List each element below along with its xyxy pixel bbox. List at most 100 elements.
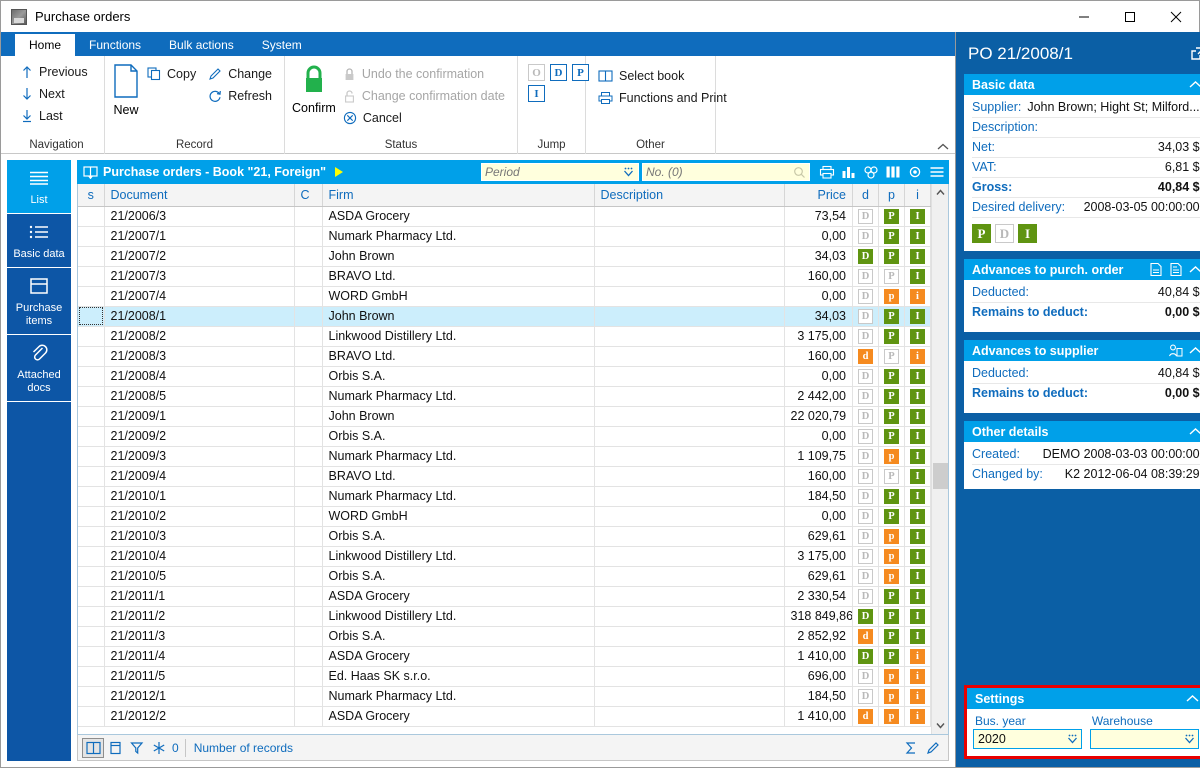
row-selector[interactable] xyxy=(78,206,105,227)
book-view-icon[interactable] xyxy=(82,737,104,758)
minimize-icon[interactable] xyxy=(1061,1,1107,32)
cell-status-i[interactable]: i xyxy=(904,286,931,307)
cell-status-i[interactable]: I xyxy=(904,266,931,287)
row-selector[interactable] xyxy=(78,646,105,667)
col-d[interactable]: d xyxy=(852,184,879,207)
cell-status-d[interactable]: D xyxy=(852,606,879,627)
table-row[interactable]: 21/2007/4 WORD GmbH 0,00 Dp i xyxy=(78,286,931,307)
cell-status-p[interactable]: P xyxy=(878,406,905,427)
row-selector[interactable] xyxy=(78,546,105,567)
cell-status-i[interactable]: I xyxy=(904,566,931,587)
cell-status-d[interactable]: D xyxy=(852,266,879,287)
tab-bulk-actions[interactable]: Bulk actions xyxy=(155,34,248,56)
refresh-button[interactable]: Refresh xyxy=(202,85,278,107)
row-selector[interactable] xyxy=(78,626,105,647)
cell-status-p[interactable]: P xyxy=(878,426,905,447)
table-row[interactable]: 21/2011/2 Linkwood Distillery Ltd. 318 849… xyxy=(78,606,931,627)
table-row[interactable]: 21/2007/3 BRAVO Ltd. 160,00 D P I xyxy=(78,266,931,287)
table-row[interactable]: 21/2007/2 John Brown 34,03 D P I xyxy=(78,246,931,267)
cell-status-p[interactable]: P xyxy=(878,646,905,667)
tab-functions[interactable]: Functions xyxy=(75,34,155,56)
scroll-up-icon[interactable] xyxy=(932,184,949,201)
row-selector[interactable] xyxy=(78,286,105,307)
table-row[interactable]: 21/2008/1 John Brown 34,03 D P I xyxy=(78,306,931,327)
dropdown-dots-icon[interactable] xyxy=(1066,733,1079,745)
dropdown-dots-icon[interactable] xyxy=(1183,733,1196,745)
cell-status-p[interactable]: P xyxy=(878,506,905,527)
cell-status-d[interactable]: D xyxy=(852,366,879,387)
chevron-up-icon[interactable] xyxy=(1189,265,1200,274)
table-row[interactable]: 21/2008/4 Orbis S.A. 0,00 D P I xyxy=(78,366,931,387)
cell-status-p[interactable]: p xyxy=(878,706,905,727)
row-selector[interactable] xyxy=(78,706,105,727)
cell-status-p[interactable]: P xyxy=(878,366,905,387)
cell-status-i[interactable]: I xyxy=(904,546,931,567)
table-row[interactable]: 21/2012/2 ASDA Grocery 1 410,00 d p i xyxy=(78,706,931,727)
sidebar-item-list[interactable]: List xyxy=(7,160,71,214)
cell-status-i[interactable]: I xyxy=(904,366,931,387)
cell-status-i[interactable]: I xyxy=(904,226,931,247)
cell-status-i[interactable]: I xyxy=(904,466,931,487)
cell-status-p[interactable]: p xyxy=(878,446,905,467)
cell-status-i[interactable]: I xyxy=(904,326,931,347)
table-row[interactable]: 21/2010/3 Orbis S.A. 629,61 Dp I xyxy=(78,526,931,547)
table-row[interactable]: 21/2011/5 Ed. Haas SK s.r.o. 696,00 Dp i xyxy=(78,666,931,687)
cell-status-d[interactable]: D xyxy=(852,686,879,707)
row-selector[interactable] xyxy=(78,446,105,467)
col-document[interactable]: Document xyxy=(104,184,295,207)
status-badge-d[interactable]: D xyxy=(995,224,1014,243)
chevron-up-icon[interactable] xyxy=(1189,80,1200,89)
cell-status-p[interactable]: P xyxy=(878,346,905,367)
cell-status-d[interactable]: D xyxy=(852,386,879,407)
sidebar-item-purchase-items[interactable]: Purchase items xyxy=(7,268,71,335)
table-row[interactable]: 21/2008/3 BRAVO Ltd. 160,00 d Pi xyxy=(78,346,931,367)
cell-status-i[interactable]: I xyxy=(904,486,931,507)
table-row[interactable]: 21/2008/2 Linkwood Distillery Ltd. 3 175,0… xyxy=(78,326,931,347)
jump-button-d[interactable]: D xyxy=(550,64,567,81)
ribbon-collapse-icon[interactable] xyxy=(937,143,949,151)
open-external-icon[interactable] xyxy=(1190,46,1200,62)
col-price[interactable]: Price xyxy=(784,184,853,207)
change-button[interactable]: Change xyxy=(202,63,278,85)
cell-status-i[interactable]: I xyxy=(904,406,931,427)
cell-status-d[interactable]: D xyxy=(852,326,879,347)
status-badge-i[interactable]: I xyxy=(1018,224,1037,243)
cell-status-i[interactable]: I xyxy=(904,586,931,607)
row-selector[interactable] xyxy=(78,326,105,347)
chevron-up-icon[interactable] xyxy=(1189,346,1200,355)
scroll-track[interactable] xyxy=(932,201,949,717)
cell-status-d[interactable]: D xyxy=(852,506,879,527)
cell-status-i[interactable]: I xyxy=(904,206,931,227)
row-selector[interactable] xyxy=(78,606,105,627)
bus-year-input[interactable]: 2020 xyxy=(973,729,1082,749)
select-book-button[interactable]: Select book xyxy=(592,65,733,87)
card-header-settings[interactable]: Settings xyxy=(967,688,1200,709)
row-selector[interactable] xyxy=(78,686,105,707)
new-button[interactable]: New xyxy=(111,61,141,117)
row-selector[interactable] xyxy=(78,486,105,507)
cell-status-p[interactable]: P xyxy=(878,306,905,327)
cell-status-p[interactable]: P xyxy=(878,626,905,647)
status-badge-p[interactable]: P xyxy=(972,224,991,243)
cell-status-p[interactable]: p xyxy=(878,566,905,587)
scroll-down-icon[interactable] xyxy=(932,717,949,734)
table-row[interactable]: 21/2007/1 Numark Pharmacy Ltd. 0,00 D P I xyxy=(78,226,931,247)
table-row[interactable]: 21/2008/5 Numark Pharmacy Ltd. 2 442,00 D P I xyxy=(78,386,931,407)
row-selector[interactable] xyxy=(78,266,105,287)
cell-status-p[interactable]: P xyxy=(878,486,905,507)
period-input[interactable]: Period xyxy=(481,163,639,181)
last-button[interactable]: Last xyxy=(15,105,94,127)
cell-status-p[interactable]: P xyxy=(878,466,905,487)
cell-status-d[interactable]: D xyxy=(852,206,879,227)
play-arrow-icon[interactable] xyxy=(332,165,346,179)
cell-status-d[interactable]: D xyxy=(852,286,879,307)
cell-status-d[interactable]: D xyxy=(852,466,879,487)
number-search-input[interactable]: No. (0) xyxy=(642,163,810,181)
cell-status-d[interactable]: d xyxy=(852,706,879,727)
filter-icon[interactable] xyxy=(126,738,148,758)
table-row[interactable]: 21/2010/1 Numark Pharmacy Ltd. 184,50 D P I xyxy=(78,486,931,507)
cell-status-i[interactable]: I xyxy=(904,626,931,647)
cell-status-d[interactable]: D xyxy=(852,446,879,467)
cell-status-i[interactable]: I xyxy=(904,526,931,547)
search-icon[interactable] xyxy=(793,166,806,179)
